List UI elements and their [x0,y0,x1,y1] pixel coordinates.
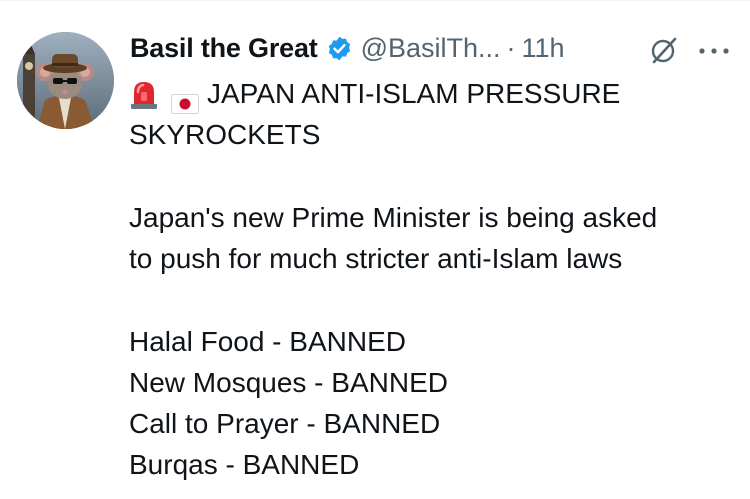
body-line-1: Japan's new Prime Minister is being aske… [129,202,658,233]
tweet[interactable]: Basil the Great @BasilTh... · 11h JAPAN … [0,0,750,499]
tweet-text: JAPAN ANTI-ISLAM PRESSURE SKYROCKETS Jap… [129,73,739,485]
headline-text-1: JAPAN ANTI-ISLAM PRESSURE [207,78,621,109]
japan-flag-icon [171,84,199,114]
list-item: New Mosques - BANNED [129,367,448,398]
verified-badge-icon[interactable] [326,35,353,62]
headline-line-1: JAPAN ANTI-ISLAM PRESSURE [129,73,739,114]
siren-emoji-icon [129,78,159,110]
timestamp[interactable]: 11h [522,33,565,64]
list-item: Call to Prayer - BANNED [129,408,441,439]
list-item: Burqas - BANNED [129,449,360,480]
grok-icon[interactable] [649,35,679,65]
more-options-icon[interactable] [697,44,731,56]
separator-dot: · [506,32,516,63]
user-handle[interactable]: @BasilTh... [361,33,501,64]
list-item: Halal Food - BANNED [129,326,406,357]
body-line-2: to push for much stricter anti-Islam law… [129,243,623,274]
headline-line-2: SKYROCKETS [129,119,321,150]
avatar[interactable] [17,32,114,129]
display-name[interactable]: Basil the Great [130,33,318,64]
